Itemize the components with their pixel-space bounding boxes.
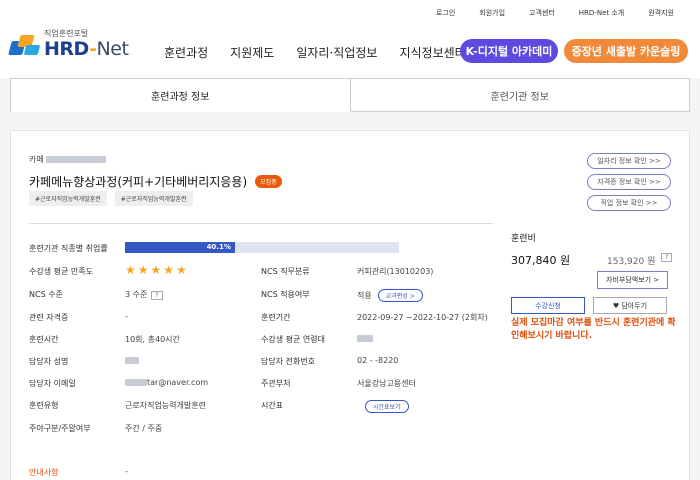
site-logo[interactable]: 직업훈련포털 HRD-Net bbox=[8, 29, 129, 60]
training-fee: 307,840 원 bbox=[511, 254, 571, 267]
related-links: 일자리 정보 확인 >> 자격증 정보 확인 >> 직업 정보 확인 >> bbox=[587, 153, 671, 211]
employment-rate-bar: 40.1% bbox=[125, 242, 399, 253]
tab-course-info[interactable]: 훈련과정 정보 bbox=[10, 79, 351, 112]
apply-button[interactable]: 수강신청 bbox=[511, 297, 585, 314]
main-nav: 훈련과정 지원제도 일자리·직업정보 지식정보센터 bbox=[164, 44, 488, 61]
logo-subtitle: 직업훈련포털 bbox=[44, 29, 89, 38]
midlife-counseling-button[interactable]: 중장년 새출발 카운슬링 bbox=[564, 39, 688, 63]
logo-wordmark: HRD-Net bbox=[44, 38, 129, 60]
notice-value: - bbox=[125, 467, 128, 476]
recruiting-badge: 모집중 bbox=[255, 175, 282, 188]
nav-training-courses[interactable]: 훈련과정 bbox=[164, 44, 230, 61]
license-info-link[interactable]: 자격증 정보 확인 >> bbox=[587, 174, 671, 190]
price-title: 훈련비 bbox=[511, 234, 536, 244]
redacted-text bbox=[125, 357, 139, 364]
price-box: 훈련비 307,840 원 153,920 원 ? 자비부담액보기 > 수강신청… bbox=[511, 231, 676, 341]
logo-mark-icon bbox=[8, 33, 41, 57]
login-link[interactable]: 로그인 bbox=[424, 8, 467, 18]
course-tag: #근로자직업능력개발훈련 bbox=[114, 191, 193, 206]
divider bbox=[29, 223, 493, 224]
occupation-info-link[interactable]: 직업 정보 확인 >> bbox=[587, 195, 671, 211]
utility-links: 로그인 회원가입 고객센터 HRD-Net 소개 원격지원 bbox=[424, 8, 686, 18]
site-header: 로그인 회원가입 고객센터 HRD-Net 소개 원격지원 직업훈련포털 HRD… bbox=[0, 0, 700, 78]
k-digital-academy-button[interactable]: K-디지털 아카데미 bbox=[460, 39, 558, 63]
wishlist-button[interactable]: ♥ 담아두기 bbox=[593, 297, 667, 314]
course-title: 카페메뉴향상과정(커피+기타베버리지응용) 모집중 bbox=[29, 173, 282, 190]
self-pay-button[interactable]: 자비부담액보기 > bbox=[597, 271, 669, 289]
timetable-button[interactable]: 시간표보기 bbox=[365, 400, 409, 413]
customer-center-link[interactable]: 고객센터 bbox=[517, 8, 567, 18]
course-tag: #근로자직업능력개발훈련 bbox=[29, 191, 107, 206]
nav-job-info[interactable]: 일자리·직업정보 bbox=[296, 44, 399, 61]
curriculum-button[interactable]: 교과편성 > bbox=[377, 289, 423, 302]
signup-link[interactable]: 회원가입 bbox=[467, 8, 517, 18]
course-card: 카페 카페메뉴향상과정(커피+기타베버리지응용) 모집중 #근로자직업능력개발훈… bbox=[10, 130, 690, 480]
redacted-text bbox=[46, 156, 107, 163]
remote-support-link[interactable]: 원격지원 bbox=[636, 8, 686, 18]
employment-rate-fill: 40.1% bbox=[125, 242, 235, 253]
institution-name: 카페 bbox=[29, 154, 107, 165]
help-icon[interactable]: ? bbox=[661, 253, 673, 262]
nav-support-programs[interactable]: 지원제도 bbox=[230, 44, 296, 61]
page-root: 로그인 회원가입 고객센터 HRD-Net 소개 원격지원 직업훈련포털 HRD… bbox=[0, 0, 700, 480]
about-link[interactable]: HRD-Net 소개 bbox=[567, 8, 636, 18]
course-tags: #근로자직업능력개발훈련 #근로자직업능력개발훈련 bbox=[29, 191, 193, 206]
notice-label: 안내사항 bbox=[29, 468, 59, 477]
warning-text: 실제 모집마감 여부를 반드시 훈련기관에 확인해보시기 바랍니다. bbox=[511, 318, 676, 342]
self-pay-fee: 153,920 원 bbox=[607, 257, 656, 267]
star-rating-icon: ★★★★★ bbox=[125, 263, 189, 277]
job-info-link[interactable]: 일자리 정보 확인 >> bbox=[587, 153, 671, 169]
redacted-text bbox=[125, 379, 147, 386]
tab-institution-info[interactable]: 훈련기관 정보 bbox=[350, 79, 690, 112]
info-tabs: 훈련과정 정보 훈련기관 정보 bbox=[10, 78, 690, 112]
help-icon[interactable]: ? bbox=[151, 291, 163, 300]
redacted-text bbox=[357, 335, 373, 342]
